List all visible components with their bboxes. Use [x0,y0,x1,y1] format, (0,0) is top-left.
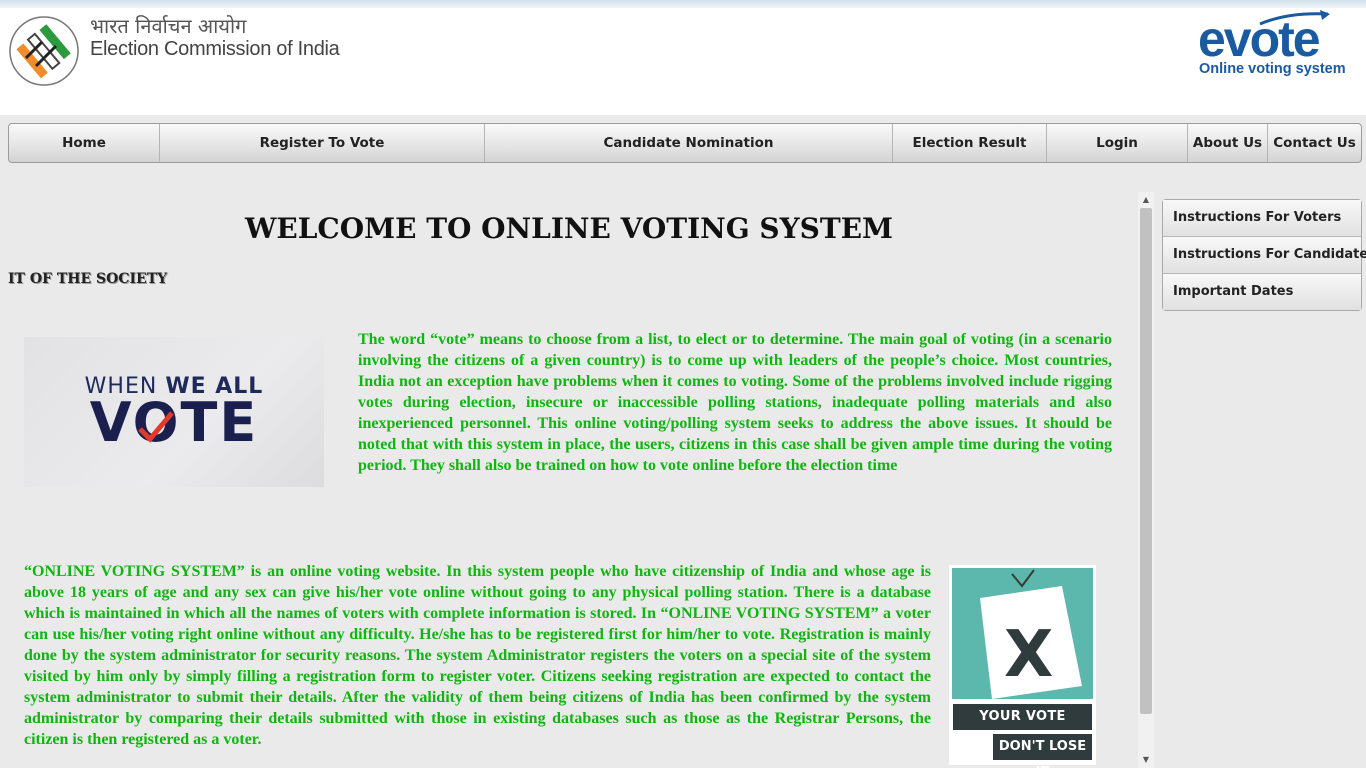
site-header: भारत निर्वाचन आयोग Election Commission o… [0,8,1366,115]
svg-text:evote: evote [1198,11,1320,67]
intro-paragraph: The word “vote” means to choose from a l… [358,331,1112,474]
when-we-all-vote-image: WHEN WE ALL VOTE [24,337,324,487]
nav-home[interactable]: Home [9,124,160,162]
description-paragraph: “ONLINE VOTING SYSTEM” is an online voti… [24,563,931,748]
main-scrollbar[interactable]: ▲ ▼ [1138,192,1154,768]
sidebar-item-instructions-voters[interactable]: Instructions For Voters [1163,200,1361,237]
nav-election-result[interactable]: Election Result [893,124,1047,162]
ballot-icon: X [980,569,1082,699]
scroll-up-arrow-icon[interactable]: ▲ [1138,192,1154,208]
nav-login[interactable]: Login [1047,124,1188,162]
sidebar-item-instructions-candidates[interactable]: Instructions For Candidates [1163,237,1366,274]
svg-text:X: X [1004,618,1053,692]
org-name-english: Election Commission of India [90,38,340,60]
banner-dont-lose-it: DON'T LOSE IT [993,734,1092,768]
evote-tagline: Online voting system [1199,61,1346,77]
sidebar-menu: Instructions For Voters Instructions For… [1162,199,1366,311]
page-title: WELCOME TO ONLINE VOTING SYSTEM [244,212,894,245]
org-name-hindi: भारत निर्वाचन आयोग [90,14,247,38]
eci-logo [9,16,79,86]
main-content: WELCOME TO ONLINE VOTING SYSTEM IT OF TH… [0,192,1138,768]
nav-contact-us[interactable]: Contact Us [1268,124,1361,162]
scrolling-marquee: IT OF THE SOCIETY [8,271,168,287]
nav-register-to-vote[interactable]: Register To Vote [160,124,485,162]
nav-about-us[interactable]: About Us [1188,124,1268,162]
nav-candidate-nomination[interactable]: Candidate Nomination [485,124,893,162]
scroll-down-arrow-icon[interactable]: ▼ [1138,752,1154,768]
ballot-illustration: X [952,568,1093,699]
main-nav: Home Register To Vote Candidate Nominati… [8,123,1362,163]
scroll-thumb[interactable] [1140,208,1152,714]
your-vote-matters-image: X YOUR VOTE MATTERS DON'T LOSE IT [949,565,1096,768]
top-strip [0,0,1366,8]
banner-your-vote-matters: YOUR VOTE MATTERS [953,704,1092,750]
sidebar-item-important-dates[interactable]: Important Dates [1163,274,1361,310]
check-icon [138,411,174,443]
